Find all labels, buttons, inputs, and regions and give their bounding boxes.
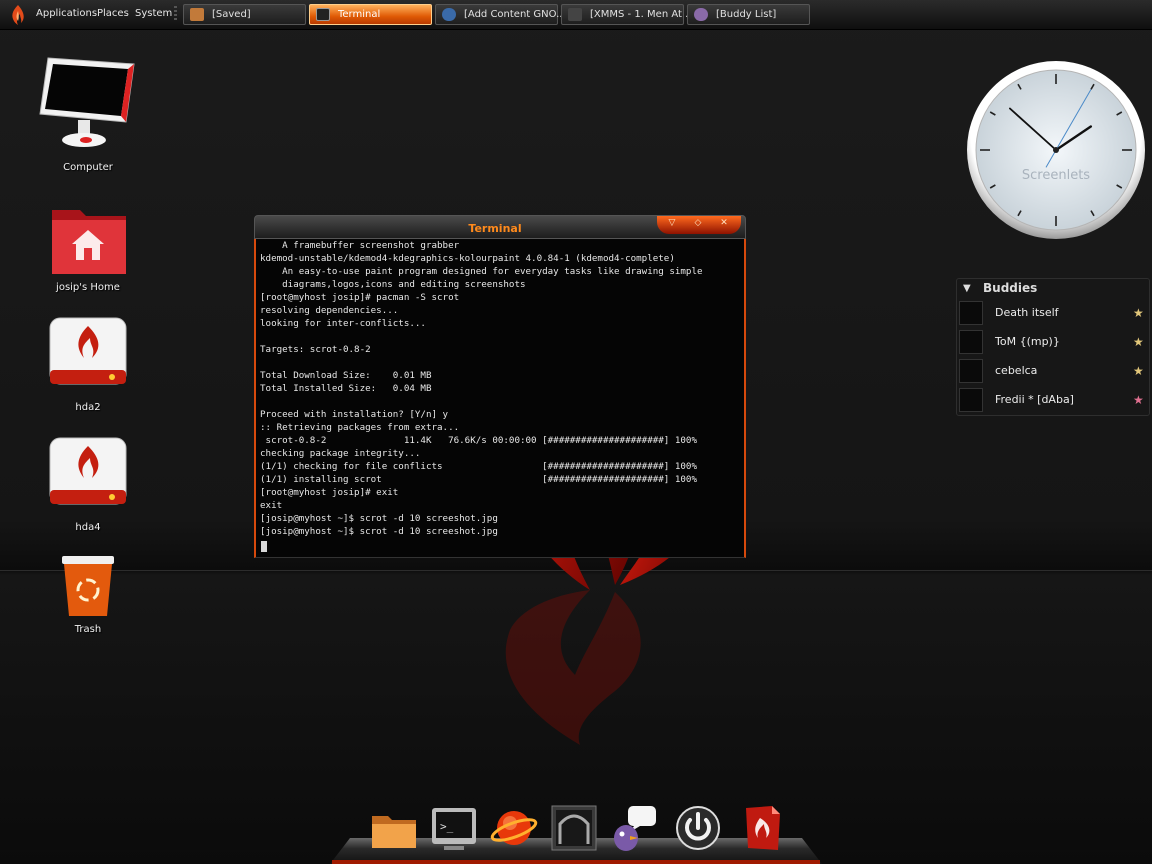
maximize-icon[interactable]: ◇ (687, 218, 709, 230)
power-icon[interactable] (674, 804, 722, 852)
terminal-titlebar[interactable]: Terminal ▽ ◇ ✕ (254, 215, 746, 239)
task-label: [Buddy List] (716, 9, 777, 20)
terminal-icon (316, 8, 330, 21)
desktop-icon-computer[interactable]: Computer (28, 56, 148, 176)
buddy-name: Fredii * [dAba] (995, 393, 1074, 406)
avatar (959, 301, 983, 325)
image-viewer-icon[interactable] (550, 804, 598, 852)
buddies-header: Buddies (983, 281, 1038, 295)
clock-label: Screenlets (1021, 168, 1091, 183)
star-icon: ★ (1133, 306, 1144, 320)
desktop-icon-hda2[interactable]: hda2 (28, 316, 148, 416)
buddy-row[interactable]: Fredii * [dAba] ★ (957, 386, 1147, 414)
terminal-output-area[interactable]: A framebuffer screenshot grabber kdemod-… (254, 239, 746, 558)
avatar (959, 388, 983, 412)
buddy-name: Death itself (995, 306, 1059, 319)
drive-icon (49, 317, 127, 385)
flame-reflection (505, 590, 641, 745)
media-player-icon (568, 8, 582, 21)
menu-applications[interactable]: Applications (36, 8, 97, 19)
folder-icon[interactable] (370, 804, 418, 852)
menu-places[interactable]: Places (97, 8, 129, 19)
pidgin-chat-icon[interactable] (610, 804, 658, 852)
trash-icon (62, 556, 114, 616)
star-icon: ★ (1133, 393, 1144, 407)
buddy-row[interactable]: cebelca ★ (957, 357, 1147, 385)
desktop-icon-label: josip's Home (56, 282, 120, 293)
collapse-arrow-icon[interactable]: ▼ (963, 283, 971, 294)
task-saved[interactable]: [Saved] (183, 4, 306, 25)
desktop-icon-label: Computer (63, 162, 113, 173)
task-label: Terminal (338, 9, 381, 20)
terminal-icon[interactable]: >_ (430, 804, 478, 852)
window-buttons: ▽ ◇ ✕ (657, 216, 741, 234)
computer-icon (39, 57, 135, 147)
clock-face-icon (967, 61, 1145, 239)
star-icon: ★ (1133, 364, 1144, 378)
task-label: [XMMS - 1. Men At ... (590, 9, 695, 20)
task-label: [Add Content GNO... (464, 9, 566, 20)
buddy-list-widget: ▼ Buddies Death itself ★ ToM {(mp)} ★ ce… (956, 278, 1150, 416)
menu-system[interactable]: System (135, 8, 172, 19)
top-panel: Applications Places System [Saved] Termi… (0, 0, 1152, 30)
avatar (959, 330, 983, 354)
clock-widget[interactable]: Screenlets (964, 60, 1148, 244)
web-browser-icon[interactable] (490, 804, 538, 852)
close-icon[interactable]: ✕ (713, 218, 735, 230)
terminal-cursor (261, 541, 267, 552)
avatar (959, 359, 983, 383)
buddy-name: cebelca (995, 364, 1038, 377)
buddy-name: ToM {(mp)} (995, 335, 1060, 348)
panel-separator (174, 6, 177, 22)
desktop-icon-label: Trash (74, 624, 102, 635)
desktop-icon-hda4[interactable]: hda4 (28, 436, 148, 536)
task-add-content[interactable]: [Add Content GNO... (435, 4, 566, 25)
pidgin-icon (694, 8, 708, 21)
minimize-icon[interactable]: ▽ (661, 218, 683, 230)
pdf-document-icon[interactable] (738, 804, 786, 852)
desktop-icon-label: hda4 (75, 522, 101, 533)
folder-icon (190, 8, 204, 21)
home-folder-icon (52, 210, 126, 274)
desktop-icon-home[interactable]: josip's Home (28, 204, 148, 296)
arch-flame-logo-icon[interactable] (6, 3, 30, 27)
buddy-row[interactable]: ToM {(mp)} ★ (957, 328, 1147, 356)
buddy-row[interactable]: Death itself ★ (957, 299, 1147, 327)
dock-shelf-edge (332, 860, 820, 864)
task-terminal[interactable]: Terminal (309, 4, 432, 25)
terminal-output: A framebuffer screenshot grabber kdemod-… (260, 240, 703, 537)
task-xmms[interactable]: [XMMS - 1. Men At ... (561, 4, 695, 25)
desktop-icon-trash[interactable]: Trash (28, 554, 148, 635)
star-icon: ★ (1133, 335, 1144, 349)
terminal-window[interactable]: Terminal ▽ ◇ ✕ A framebuffer screenshot … (254, 215, 746, 558)
task-buddy-list[interactable]: [Buddy List] (687, 4, 810, 25)
svg-text:>_: >_ (440, 820, 454, 833)
task-label: [Saved] (212, 9, 251, 20)
browser-icon (442, 8, 456, 21)
drive-icon (49, 437, 127, 505)
desktop-icon-label: hda2 (75, 402, 101, 413)
